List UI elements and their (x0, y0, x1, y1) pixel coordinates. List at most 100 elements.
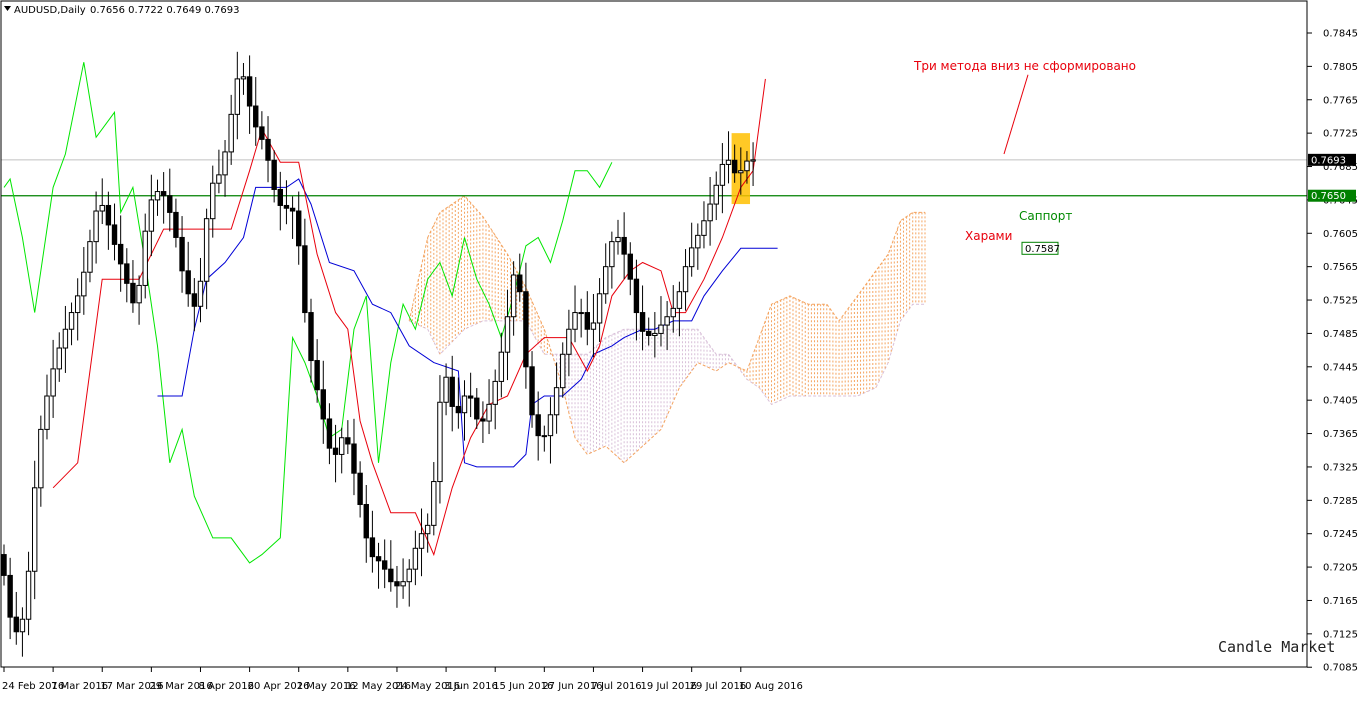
candle-body (339, 437, 345, 455)
candle-body (289, 207, 296, 212)
candle-body (7, 574, 13, 618)
candle-body (646, 330, 652, 337)
candle-body (351, 443, 357, 474)
candle-body (578, 312, 584, 315)
chart-window: 0.78450.78050.77650.77250.76850.76450.76… (0, 0, 1358, 697)
candle-body (603, 266, 609, 295)
candle-body (590, 322, 597, 330)
candle-body (461, 395, 468, 414)
candle-body (320, 389, 326, 420)
candle-body (38, 428, 44, 489)
candle-body (13, 616, 19, 633)
candle-body (492, 380, 498, 405)
candle-body (253, 105, 259, 128)
candle-body (498, 351, 505, 382)
candle-body (197, 280, 204, 307)
candle-body (388, 568, 394, 583)
candle-body (228, 113, 234, 153)
candle-body (111, 224, 118, 245)
candle-body (265, 138, 271, 161)
candle-body (234, 78, 241, 115)
candle-body (326, 418, 333, 449)
y-tick-label: 0.7405 (1323, 396, 1358, 407)
y-tick-label: 0.7445 (1323, 362, 1358, 373)
candle-body (480, 418, 486, 422)
y-tick-label: 0.7165 (1323, 596, 1358, 607)
candle-body (725, 159, 732, 165)
candle-body (695, 234, 701, 249)
candle-body (99, 204, 105, 212)
y-tick-label: 0.7845 (1323, 29, 1358, 40)
candle-body (394, 581, 400, 587)
candle-body (701, 220, 707, 236)
candle-body (431, 481, 437, 526)
x-tick-label: 10 Aug 2016 (739, 681, 803, 692)
candle-body (381, 560, 388, 570)
current-price-tag-text: 0.7693 (1311, 155, 1346, 166)
candle-body (504, 316, 511, 353)
y-tick-label: 0.7085 (1323, 663, 1358, 674)
candle-body (639, 312, 646, 332)
candle-body (719, 163, 726, 186)
candle-body (240, 76, 247, 80)
support-price-tag-text: 0.7650 (1311, 191, 1346, 202)
y-tick-label: 0.7805 (1323, 62, 1358, 73)
candle-body (216, 174, 222, 184)
y-tick-label: 0.7525 (1323, 296, 1358, 307)
candle-body (688, 247, 695, 268)
y-tick-label: 0.7245 (1323, 529, 1358, 540)
y-tick-label: 0.7605 (1323, 229, 1358, 240)
candle-body (449, 376, 455, 407)
candle-body (179, 236, 185, 272)
candle-body (707, 203, 713, 222)
x-tick-label: 19 Jul 2016 (641, 681, 698, 692)
candle-body (633, 278, 640, 314)
candle-body (682, 266, 689, 293)
candle-body (74, 295, 81, 314)
candle-body (541, 435, 548, 438)
candle-body (529, 366, 535, 416)
x-tick-label: 3 Jun 2016 (444, 681, 498, 692)
candle-body (713, 184, 719, 205)
y-tick-label: 0.7485 (1323, 329, 1358, 340)
candle-body (731, 159, 738, 174)
candle-body (664, 316, 670, 326)
candle-body (627, 253, 633, 280)
chart-ohlc-values: 0.7656 0.7722 0.7649 0.7693 (90, 5, 240, 16)
candle-body (271, 159, 277, 190)
candle-body (191, 293, 198, 307)
candle-body (173, 211, 179, 238)
candle-body (744, 160, 750, 172)
candle-body (167, 195, 173, 213)
y-tick-label: 0.7325 (1323, 462, 1358, 473)
candle-body (412, 547, 419, 570)
watermark-brand: Candle Market (1218, 638, 1335, 656)
candle-body (302, 245, 308, 314)
annotation-harami: Харами (965, 229, 1012, 243)
candle-body (652, 332, 658, 337)
candle-body (572, 312, 578, 330)
candle-body (56, 347, 62, 370)
candle-body (584, 312, 590, 330)
annotation-three-methods: Три метода вниз не сформировано (913, 59, 1136, 73)
candle-body (314, 360, 320, 391)
candle-body (474, 397, 480, 420)
candle-body (308, 312, 314, 362)
candle-body (32, 487, 38, 572)
y-tick-label: 0.7205 (1323, 563, 1358, 574)
x-tick-label: 8 Apr 2016 (198, 681, 253, 692)
candle-body (332, 447, 339, 455)
candle-body (1, 554, 7, 576)
candle-body (369, 537, 376, 558)
candle-body (566, 328, 572, 355)
candlestick-chart[interactable]: 0.78450.78050.77650.77250.76850.76450.76… (0, 0, 1358, 697)
candle-body (345, 437, 351, 445)
annotation-support: Саппорт (1019, 209, 1072, 223)
candle-body (437, 401, 443, 483)
x-tick-label: 7 Jul 2016 (591, 681, 641, 692)
candle-body (160, 191, 167, 197)
y-tick-label: 0.7285 (1323, 496, 1358, 507)
candle-body (375, 556, 382, 562)
candle-body (68, 312, 75, 330)
y-tick-label: 0.7365 (1323, 429, 1358, 440)
